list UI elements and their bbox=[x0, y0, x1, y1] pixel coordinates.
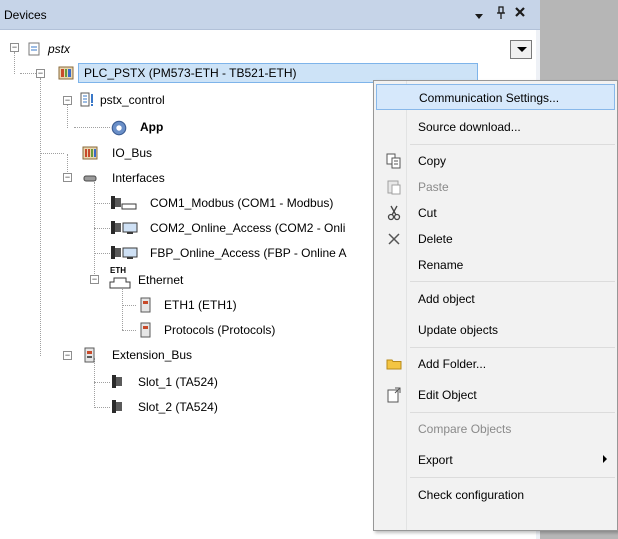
tree-line bbox=[74, 127, 110, 128]
tree-line bbox=[94, 382, 110, 383]
collapse-toggle[interactable]: − bbox=[90, 275, 99, 284]
menu-item-update-objects[interactable]: Update objects bbox=[376, 317, 615, 343]
tree-line bbox=[122, 330, 136, 331]
close-icon[interactable] bbox=[514, 6, 526, 21]
online-access-icon bbox=[111, 246, 138, 259]
panel-title: Devices bbox=[4, 8, 47, 22]
project-icon bbox=[28, 42, 40, 56]
serial-port-icon bbox=[111, 196, 137, 210]
menu-separator bbox=[410, 144, 615, 145]
tree-node-slot-2[interactable]: Slot_2 (TA524) bbox=[110, 397, 270, 417]
tree-line bbox=[122, 284, 123, 330]
delete-x-icon bbox=[388, 233, 400, 245]
collapse-toggle[interactable]: − bbox=[63, 96, 72, 105]
tree-line bbox=[94, 203, 110, 204]
slot-module-icon bbox=[112, 375, 122, 388]
menu-item-edit-object[interactable]: Edit Object bbox=[376, 382, 615, 408]
protocol-icon bbox=[140, 322, 151, 338]
tree-node-fbp-online-access[interactable]: FBP_Online_Access (FBP - Online A bbox=[110, 243, 390, 263]
collapse-toggle[interactable]: − bbox=[10, 43, 19, 52]
menu-item-paste[interactable]: Paste bbox=[376, 174, 615, 200]
context-menu: Communication Settings... Source downloa… bbox=[373, 80, 618, 531]
ethernet-icon: ETH bbox=[108, 266, 132, 290]
collapse-toggle[interactable]: − bbox=[63, 173, 72, 182]
menu-separator bbox=[410, 347, 615, 348]
tree-node-app[interactable]: App bbox=[110, 117, 230, 137]
tree-node-pstx[interactable]: pstx bbox=[26, 39, 226, 59]
menu-item-source-download[interactable]: Source download... bbox=[376, 114, 615, 140]
menu-separator bbox=[410, 412, 615, 413]
scissors-icon bbox=[387, 205, 401, 221]
tree-node-io-bus[interactable]: IO_Bus bbox=[82, 143, 202, 163]
tree-line bbox=[94, 407, 110, 408]
tree-node-com1-modbus[interactable]: COM1_Modbus (COM1 - Modbus) bbox=[110, 193, 390, 213]
menu-item-add-object[interactable]: Add object bbox=[376, 286, 615, 312]
tree-node-eth1[interactable]: ETH1 (ETH1) bbox=[138, 295, 278, 315]
tree-line bbox=[40, 153, 64, 154]
tree-line bbox=[40, 78, 41, 356]
copy-icon bbox=[386, 153, 401, 169]
edit-object-icon bbox=[387, 387, 401, 403]
devices-panel-header: Devices bbox=[0, 0, 540, 30]
tree-line bbox=[94, 228, 110, 229]
menu-item-export[interactable]: Export bbox=[376, 447, 615, 473]
menu-item-cut[interactable]: Cut bbox=[376, 200, 615, 226]
pin-icon[interactable] bbox=[496, 6, 506, 23]
menu-item-communication-settings[interactable]: Communication Settings... bbox=[376, 84, 615, 110]
menu-item-check-configuration[interactable]: Check configuration bbox=[376, 482, 615, 508]
gear-icon bbox=[111, 120, 127, 136]
ethernet-port-icon bbox=[140, 297, 151, 313]
tree-line bbox=[14, 52, 15, 74]
tree-line bbox=[67, 104, 68, 128]
tree-line bbox=[94, 253, 110, 254]
slot-module-icon bbox=[112, 400, 122, 413]
menu-separator bbox=[410, 477, 615, 478]
chevron-right-icon bbox=[603, 455, 607, 463]
tree-node-extension-bus[interactable]: Extension_Bus bbox=[82, 345, 242, 365]
plc-icon bbox=[58, 66, 74, 80]
menu-item-copy[interactable]: Copy bbox=[376, 148, 615, 174]
io-module-icon bbox=[82, 146, 98, 160]
paste-icon bbox=[387, 180, 401, 195]
application-icon bbox=[80, 92, 93, 107]
extension-bus-icon bbox=[84, 347, 95, 363]
menu-item-compare-objects[interactable]: Compare Objects bbox=[376, 416, 615, 442]
interface-connector-icon bbox=[83, 175, 97, 182]
tree-node-slot-1[interactable]: Slot_1 (TA524) bbox=[110, 372, 270, 392]
tree-line bbox=[122, 305, 136, 306]
tree-node-com2-online-access[interactable]: COM2_Online_Access (COM2 - Onli bbox=[110, 218, 390, 238]
tree-node-protocols[interactable]: Protocols (Protocols) bbox=[138, 320, 318, 340]
tree-line bbox=[94, 182, 95, 280]
menu-separator bbox=[410, 281, 615, 282]
tree-node-pstx-control[interactable]: pstx_control bbox=[78, 90, 278, 110]
tree-node-interfaces[interactable]: Interfaces bbox=[82, 168, 222, 188]
collapse-toggle[interactable]: − bbox=[63, 351, 72, 360]
menu-item-delete[interactable]: Delete bbox=[376, 226, 615, 252]
tree-node-ethernet[interactable]: ETH Ethernet bbox=[108, 266, 248, 290]
folder-icon bbox=[386, 359, 402, 370]
menu-item-rename[interactable]: Rename bbox=[376, 252, 615, 278]
menu-item-add-folder[interactable]: Add Folder... bbox=[376, 351, 615, 377]
panel-menu-arrow-icon[interactable] bbox=[474, 9, 484, 24]
chevron-down-icon bbox=[517, 47, 527, 52]
online-access-icon bbox=[111, 221, 138, 234]
collapse-toggle[interactable]: − bbox=[36, 69, 45, 78]
view-dropdown-button[interactable] bbox=[510, 40, 532, 59]
